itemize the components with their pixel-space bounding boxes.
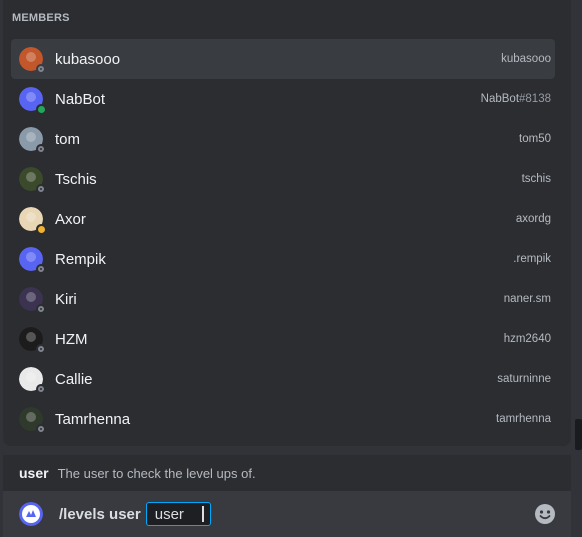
member-list: kubasooo kubasooo NabBot NabBot#8138 tom tom5… [11, 39, 555, 439]
member-username: tschis [522, 173, 551, 185]
member-display-name: Kiri [55, 290, 77, 308]
slash-command-text: /levels user [59, 505, 141, 523]
nabbot-avatar-icon [19, 502, 43, 526]
member-avatar [19, 287, 46, 314]
member-username: .rempik [513, 253, 551, 265]
member-username-text: hzm2640 [503, 333, 551, 345]
member-username-text: saturninne [497, 373, 551, 385]
member-row[interactable]: HZM hzm2640 [11, 319, 555, 359]
member-display-name: Rempik [55, 250, 106, 268]
member-discriminator: #8138 [519, 93, 551, 105]
status-indicator-icon [36, 304, 46, 314]
status-indicator-icon [36, 224, 46, 234]
status-indicator-icon [36, 184, 46, 194]
status-indicator-icon [36, 264, 46, 274]
member-username: NabBot#8138 [481, 93, 551, 105]
member-username-text: tom50 [519, 133, 551, 145]
option-chip-label: user [154, 505, 184, 523]
status-indicator-icon [36, 344, 46, 354]
member-username: naner.sm [504, 293, 551, 305]
autocomplete-popup: MEMBERS kubasooo kubasooo NabBot NabBot#813… [3, 0, 571, 446]
member-display-name: Tamrhenna [55, 410, 131, 428]
member-username-text: tamrhenna [496, 413, 551, 425]
member-row[interactable]: NabBot NabBot#8138 [11, 79, 555, 119]
member-username-text: NabBot [480, 93, 520, 105]
member-display-name: NabBot [55, 90, 106, 108]
member-avatar [19, 127, 46, 154]
member-display-name: Axor [55, 210, 86, 228]
member-avatar [19, 47, 46, 74]
scrollbar-thumb[interactable] [575, 419, 582, 450]
member-avatar [19, 207, 46, 234]
status-indicator-icon [36, 104, 46, 114]
option-hint-bar: user The user to check the level ups of. [3, 455, 571, 491]
message-input-bar[interactable]: /levels user user [3, 491, 571, 537]
member-display-name: tom [55, 130, 81, 148]
member-row[interactable]: Tamrhenna tamrhenna [11, 399, 555, 439]
member-username-text: .rempik [513, 253, 551, 265]
member-row[interactable]: kubasooo kubasooo [11, 39, 555, 79]
member-avatar [19, 327, 46, 354]
member-username: tom50 [519, 133, 551, 145]
hint-option-description: The user to check the level ups of. [57, 465, 256, 481]
member-username: kubasooo [501, 53, 551, 65]
status-indicator-icon [36, 424, 46, 434]
member-username: axordg [516, 213, 551, 225]
text-caret [201, 506, 204, 522]
member-username-text: axordg [515, 213, 551, 225]
status-indicator-icon [36, 144, 46, 154]
member-username-text: tschis [521, 173, 551, 185]
member-avatar [19, 367, 46, 394]
user-option-input[interactable]: user [145, 502, 211, 526]
member-avatar [19, 167, 46, 194]
emoji-face-icon[interactable] [533, 502, 557, 526]
member-username: saturninne [497, 373, 551, 385]
member-display-name: Tschis [55, 170, 97, 188]
member-avatar [19, 407, 46, 434]
member-row[interactable]: Kiri naner.sm [11, 279, 555, 319]
members-section-header: MEMBERS [12, 12, 70, 24]
member-display-name: Callie [55, 370, 93, 388]
member-username: tamrhenna [496, 413, 551, 425]
status-indicator-icon [36, 384, 46, 394]
hint-option-name: user [19, 465, 49, 481]
member-avatar [19, 87, 46, 114]
status-indicator-icon [36, 64, 46, 74]
member-row[interactable]: Tschis tschis [11, 159, 555, 199]
member-row[interactable]: Axor axordg [11, 199, 555, 239]
member-row[interactable]: tom tom50 [11, 119, 555, 159]
member-avatar [19, 247, 46, 274]
member-username-text: kubasooo [501, 53, 551, 65]
member-row[interactable]: Callie saturninne [11, 359, 555, 399]
member-display-name: kubasooo [55, 50, 121, 68]
member-username-text: naner.sm [503, 293, 551, 305]
member-display-name: HZM [55, 330, 88, 348]
member-username: hzm2640 [504, 333, 551, 345]
member-row[interactable]: Rempik .rempik [11, 239, 555, 279]
